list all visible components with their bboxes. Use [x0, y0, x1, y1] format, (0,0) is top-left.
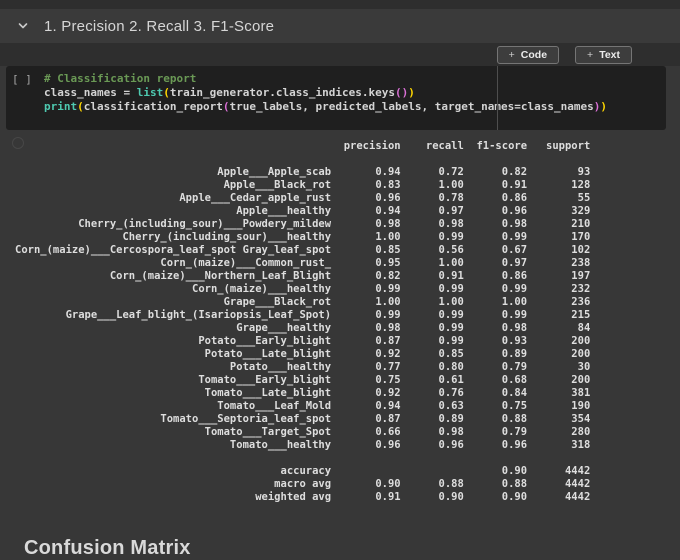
next-section-title: Confusion Matrix — [24, 537, 191, 559]
report-blank-row — [15, 153, 590, 166]
report-row: Potato___Early_blight 0.87 0.99 0.93 200 — [15, 335, 591, 347]
code-token: ( — [395, 86, 402, 99]
report-row: Tomato___healthy 0.96 0.96 0.96 318 — [15, 439, 591, 451]
report-row: Apple___Apple_scab 0.94 0.72 0.82 93 — [15, 166, 591, 178]
report-row: Apple___healthy 0.94 0.97 0.96 329 — [15, 205, 591, 217]
code-token: class_names — [520, 100, 594, 113]
add-code-label: Code — [520, 48, 548, 61]
report-row: Corn_(maize)___Common_rust_ 0.95 1.00 0.… — [15, 257, 591, 269]
code-line: class_names = list(train_generator.class… — [44, 86, 658, 100]
report-row: Tomato___Leaf_Mold 0.94 0.63 0.75 190 — [15, 400, 591, 412]
report-row: Potato___healthy 0.77 0.80 0.79 30 — [15, 361, 591, 373]
code-token: classification_report — [83, 100, 223, 113]
report-row: precision recall f1-score support — [15, 140, 591, 152]
cell-toolbar: + Code + Text — [0, 43, 680, 66]
code-token: # Classification report — [44, 72, 197, 85]
classification-report-output: precision recall f1-score support Apple_… — [15, 140, 590, 504]
report-row: Cherry_(including_sour)___Powdery_mildew… — [15, 218, 591, 230]
report-row: Grape___Black_rot 1.00 1.00 1.00 236 — [15, 296, 591, 308]
report-row: accuracy 0.90 4442 — [15, 465, 591, 477]
run-cell-indicator[interactable]: [ ] — [12, 73, 42, 86]
section-title: 1. Precision 2. Recall 3. F1-Score — [44, 17, 275, 35]
add-text-label: Text — [599, 48, 620, 61]
code-token: ( — [77, 100, 84, 113]
report-row: Potato___Late_blight 0.92 0.85 0.89 200 — [15, 348, 591, 360]
report-row: Apple___Black_rot 0.83 1.00 0.91 128 — [15, 179, 591, 191]
code-token: class_names — [44, 86, 124, 99]
plus-icon: + — [587, 48, 594, 61]
code-token: ( — [163, 86, 170, 99]
code-cell: [ ] # Classification report class_names =… — [6, 66, 666, 130]
collapse-chevron-icon[interactable] — [16, 19, 30, 33]
add-code-button[interactable]: + Code — [496, 45, 560, 64]
section-header: 1. Precision 2. Recall 3. F1-Score — [0, 9, 680, 43]
top-strip — [0, 0, 680, 9]
report-row: Tomato___Early_blight 0.75 0.61 0.68 200 — [15, 374, 591, 386]
plus-icon: + — [508, 48, 515, 61]
report-row: Tomato___Septoria_leaf_spot 0.87 0.89 0.… — [15, 413, 591, 425]
report-row: Grape___Leaf_blight_(Isariopsis_Leaf_Spo… — [15, 309, 591, 321]
add-text-button[interactable]: + Text — [575, 45, 632, 64]
report-row: Apple___Cedar_apple_rust 0.96 0.78 0.86 … — [15, 192, 591, 204]
code-token: = — [123, 86, 137, 99]
code-token: print — [44, 100, 78, 113]
report-row: Corn_(maize)___Cercospora_leaf_spot Gray… — [15, 244, 591, 256]
report-row: Cherry_(including_sour)___healthy 1.00 0… — [15, 231, 591, 243]
code-token: true_labels, predicted_labels, target_na… — [229, 100, 515, 113]
code-token: list — [136, 86, 164, 99]
editor-ruler — [497, 66, 498, 130]
report-row: macro avg 0.90 0.88 0.88 4442 — [15, 478, 591, 490]
report-row: Tomato___Target_Spot 0.66 0.98 0.79 280 — [15, 426, 591, 438]
report-row: Corn_(maize)___Northern_Leaf_Blight 0.82… — [15, 270, 591, 282]
report-blank-row — [15, 452, 590, 465]
code-token: ) — [600, 100, 607, 113]
report-row: Tomato___Late_blight 0.92 0.76 0.84 381 — [15, 387, 591, 399]
report-row: Grape___healthy 0.98 0.99 0.98 84 — [15, 322, 591, 334]
code-token: ) — [408, 86, 415, 99]
report-row: weighted avg 0.91 0.90 0.90 4442 — [15, 491, 591, 503]
report-row: Corn_(maize)___healthy 0.99 0.99 0.99 23… — [15, 283, 591, 295]
code-token: train_generator.class_indices.keys — [169, 86, 396, 99]
code-line: # Classification report — [44, 72, 658, 86]
code-line: print(classification_report(true_labels,… — [44, 100, 658, 114]
code-editor[interactable]: # Classification report class_names = lis… — [44, 72, 658, 114]
code-token: = — [514, 100, 521, 113]
